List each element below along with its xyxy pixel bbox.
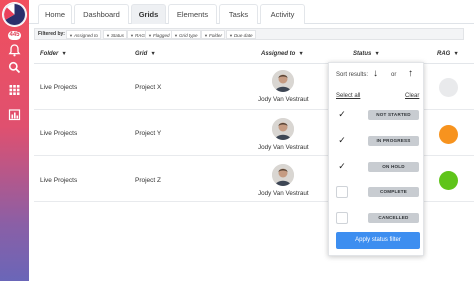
folder-cell: Live Projects: [40, 84, 78, 91]
tab-elements[interactable]: Elements: [168, 4, 217, 24]
or-label: or: [391, 72, 397, 78]
sort-results-label: Sort results:: [336, 72, 369, 78]
status-option-in-progress[interactable]: ✓ IN PROGRESS: [336, 135, 420, 149]
filter-icon: ▼: [174, 33, 178, 38]
checkbox-unchecked[interactable]: [336, 212, 348, 224]
chip-label: Status: [110, 33, 124, 38]
header-label: Assigned to: [261, 51, 296, 57]
chip-label: Due date: [233, 33, 253, 38]
header-label: RAG: [437, 51, 451, 57]
assignee-name: Jody Van Vestraut: [258, 190, 309, 197]
avatar: [272, 164, 294, 186]
chip-label: Folder: [208, 33, 222, 38]
grid-cell[interactable]: Project X: [135, 84, 161, 91]
tab-home[interactable]: Home: [38, 4, 72, 24]
header-label: Status: [353, 51, 372, 57]
chart-icon[interactable]: [7, 107, 22, 122]
filter-icon: ▼: [229, 33, 233, 38]
assignee-name: Jody Van Vestraut: [258, 96, 309, 103]
chip-label: Flagged: [152, 33, 170, 38]
checkbox-checked[interactable]: ✓: [336, 161, 348, 173]
rag-indicator: [439, 171, 458, 190]
status-pill: NOT STARTED: [368, 110, 419, 120]
sort-ascending-icon[interactable]: ↑: [408, 69, 413, 79]
filter-icon: ▼: [69, 33, 73, 38]
column-header-grid[interactable]: Grid ▼: [135, 51, 156, 57]
header-label: Grid: [135, 51, 148, 57]
notification-count-badge: 445: [8, 31, 21, 40]
status-pill: IN PROGRESS: [368, 136, 419, 146]
status-pill: COMPLETE: [368, 187, 419, 197]
status-pill: CANCELLED: [368, 213, 419, 223]
avatar: [272, 70, 294, 92]
folder-cell: Live Projects: [40, 130, 78, 137]
filter-icon: ▼: [204, 33, 208, 38]
column-header-rag[interactable]: RAG ▼: [437, 51, 459, 57]
filter-icon[interactable]: ▼: [374, 51, 379, 57]
status-pill: ON HOLD: [368, 162, 419, 172]
app-logo[interactable]: [2, 2, 27, 27]
chip-label: Grid type: [178, 33, 198, 38]
grid-cell[interactable]: Project Z: [135, 177, 161, 184]
tab-bar: Home Dashboard Grids Elements Tasks Acti…: [29, 0, 474, 24]
sidebar: 445: [0, 0, 29, 281]
status-option-on-hold[interactable]: ✓ ON HOLD: [336, 161, 420, 175]
filter-icon[interactable]: ▼: [61, 51, 66, 57]
checkbox-checked[interactable]: ✓: [336, 135, 348, 147]
filter-chip-due-date[interactable]: ▼Due date: [226, 30, 256, 39]
status-option-cancelled[interactable]: CANCELLED: [336, 212, 420, 226]
select-all-link[interactable]: Select all: [336, 93, 360, 99]
filter-icon: ▼: [130, 33, 134, 38]
tab-tasks[interactable]: Tasks: [219, 4, 258, 24]
header-label: Folder: [40, 51, 59, 57]
avatar: [272, 118, 294, 140]
rag-indicator: [439, 78, 458, 97]
tab-activity[interactable]: Activity: [260, 4, 305, 24]
column-header-assigned-to[interactable]: Assigned to ▼: [261, 51, 304, 57]
filter-chip-grid-type[interactable]: ▼Grid type: [171, 30, 201, 39]
column-header-folder[interactable]: Folder ▼: [40, 51, 67, 57]
filter-icon: ▼: [148, 33, 152, 38]
chip-label: Assigned to: [73, 33, 98, 38]
clear-link[interactable]: Clear: [405, 93, 419, 99]
status-option-not-started[interactable]: ✓ NOT STARTED: [336, 109, 420, 123]
tab-dashboard[interactable]: Dashboard: [74, 4, 129, 24]
apply-status-filter-button[interactable]: Apply status filter: [336, 232, 420, 249]
filter-icon[interactable]: ▼: [298, 51, 303, 57]
filter-chip-folder[interactable]: ▼Folder: [201, 30, 225, 39]
filter-icon[interactable]: ▼: [150, 51, 155, 57]
grid-cell[interactable]: Project Y: [135, 130, 161, 137]
filter-bar-label: Filtered by:: [38, 31, 65, 37]
checkbox-checked[interactable]: ✓: [336, 109, 348, 121]
sort-descending-icon[interactable]: ↓: [373, 69, 378, 79]
filter-chip-flagged[interactable]: ▼Flagged: [145, 30, 173, 39]
search-icon[interactable]: [7, 60, 22, 75]
filter-icon[interactable]: ▼: [453, 51, 458, 57]
filter-bar: Filtered by: ▼Assigned to ▼Status ▼RAG ▼…: [34, 28, 464, 40]
rag-indicator: [439, 125, 458, 144]
column-header-status[interactable]: Status ▼: [353, 51, 380, 57]
status-filter-dropdown: Sort results: ↓ or ↑ Select all Clear ✓ …: [328, 62, 424, 256]
filter-icon: ▼: [106, 33, 110, 38]
bell-icon[interactable]: [7, 43, 22, 58]
filter-chip-assigned-to[interactable]: ▼Assigned to: [66, 30, 101, 39]
grid-icon[interactable]: [7, 82, 22, 97]
tab-grids[interactable]: Grids: [131, 4, 166, 24]
chip-label: RAG: [134, 33, 145, 38]
assignee-name: Jody Van Vestraut: [258, 144, 309, 151]
status-option-complete[interactable]: COMPLETE: [336, 186, 420, 200]
filter-chip-status[interactable]: ▼Status: [103, 30, 127, 39]
folder-cell: Live Projects: [40, 177, 78, 184]
checkbox-unchecked[interactable]: [336, 186, 348, 198]
